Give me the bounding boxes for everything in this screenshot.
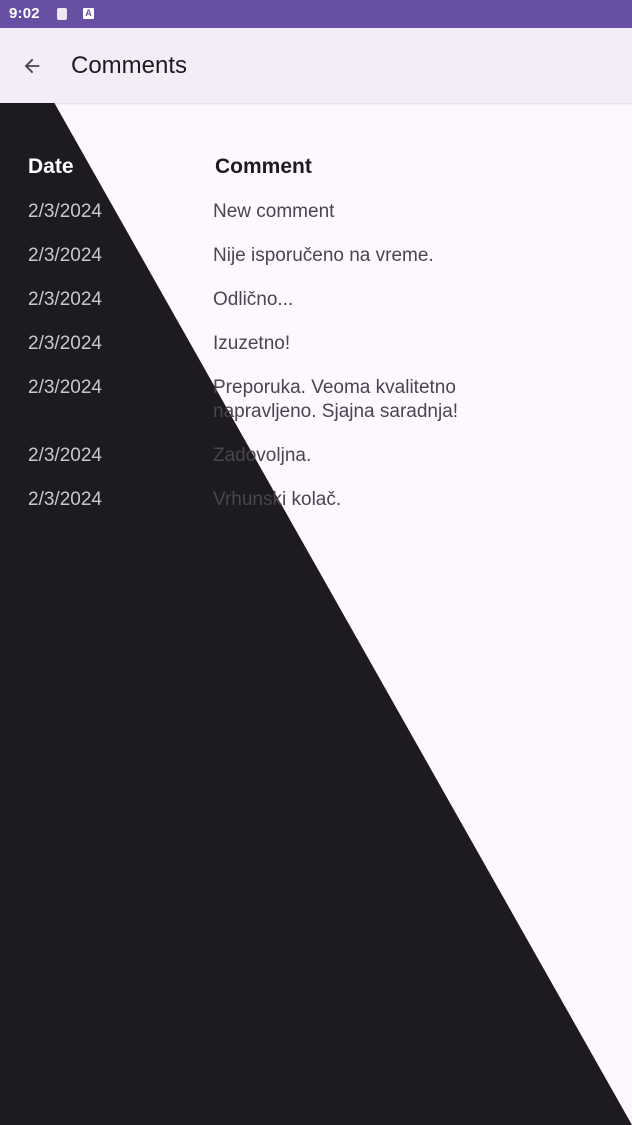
cell-date: 2/3/2024 bbox=[28, 377, 102, 398]
a-icon: A bbox=[83, 8, 94, 19]
cell-comment: New comment bbox=[213, 201, 335, 222]
page-title: Comments bbox=[71, 52, 188, 79]
table-row: 2/3/2024 Preporuka. Veoma kvalitetno nap… bbox=[28, 376, 588, 424]
status-bar: 9:02 A bbox=[0, 0, 632, 28]
cell-date: 2/3/2024 bbox=[28, 245, 102, 266]
cell-comment: Zadovoljna. bbox=[213, 445, 312, 466]
cell-date: 2/3/2024 bbox=[28, 333, 102, 354]
comments-table: Date Comment 2/3/2024 New comment 2/3/20… bbox=[28, 150, 588, 532]
cell-date: 2/3/2024 bbox=[28, 445, 102, 466]
status-time: 9:02 bbox=[9, 5, 40, 22]
table-row: 2/3/2024 New comment bbox=[28, 200, 588, 224]
cell-date: 2/3/2024 bbox=[28, 201, 102, 222]
table-row: 2/3/2024 Odlično... bbox=[28, 288, 588, 312]
cell-comment: Nije isporučeno na vreme. bbox=[213, 245, 434, 266]
header-comment: Comment bbox=[215, 155, 312, 178]
table-row: 2/3/2024 Nije isporučeno na vreme. bbox=[28, 244, 588, 268]
arrow-back-icon bbox=[24, 58, 40, 74]
back-button[interactable] bbox=[14, 48, 50, 84]
cell-date: 2/3/2024 bbox=[28, 289, 102, 310]
document-icon bbox=[57, 8, 67, 20]
table-row: 2/3/2024 Vrhunski kolač. bbox=[28, 488, 588, 512]
table-header: Date Comment bbox=[28, 150, 588, 184]
table-row: 2/3/2024 Zadovoljna. bbox=[28, 444, 588, 468]
cell-date: 2/3/2024 bbox=[28, 489, 102, 510]
table-row: 2/3/2024 Izuzetno! bbox=[28, 332, 588, 356]
cell-comment: Vrhunski kolač. bbox=[213, 489, 342, 510]
cell-comment: Izuzetno! bbox=[213, 333, 291, 354]
cell-comment: Preporuka. Veoma kvalitetno napravljeno.… bbox=[213, 377, 459, 422]
app-bar: Comments bbox=[0, 28, 632, 103]
header-date: Date bbox=[28, 155, 74, 178]
cell-comment: Odlično... bbox=[213, 289, 294, 310]
